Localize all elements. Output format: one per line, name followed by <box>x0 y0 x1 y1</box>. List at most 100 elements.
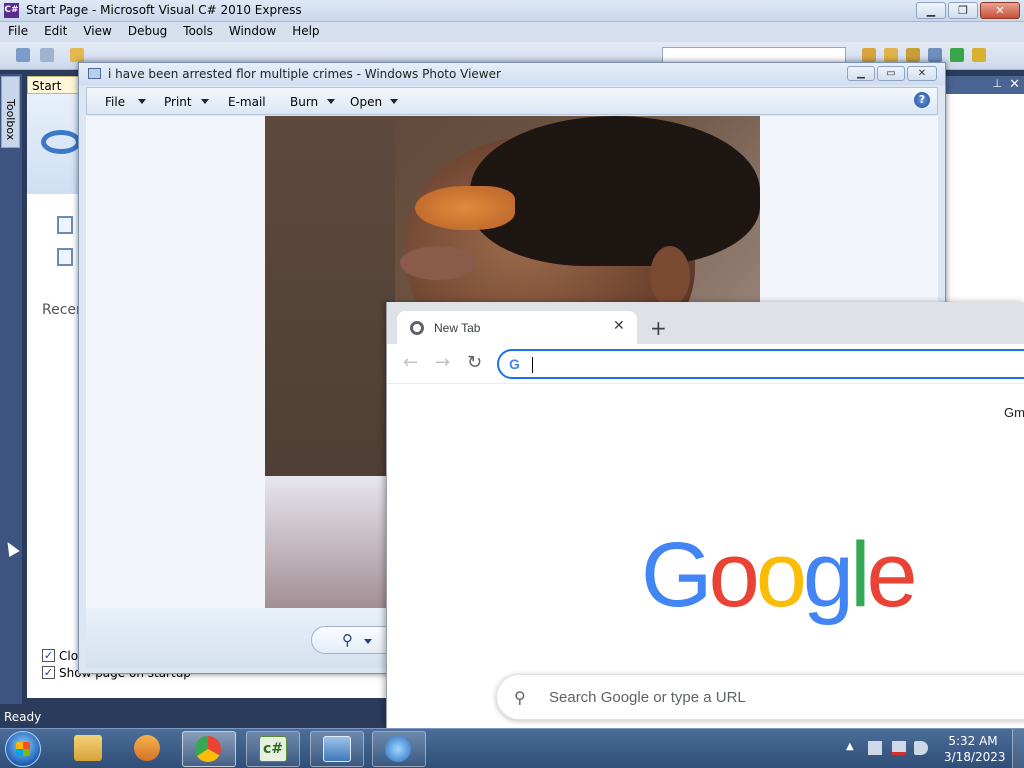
vs-window-controls: ▁ ❐ ✕ <box>916 2 1020 19</box>
folder-icon <box>74 735 102 761</box>
volume-icon[interactable] <box>914 741 928 755</box>
taskbar-photo-viewer[interactable] <box>310 731 364 767</box>
taskbar-visual-csharp[interactable]: c# <box>246 731 300 767</box>
panel-close-icon[interactable]: ✕ <box>1009 77 1020 92</box>
vs-menu-bar: File Edit View Debug Tools Window Help <box>0 22 1024 42</box>
gmail-link[interactable]: Gm <box>1004 405 1024 420</box>
toolbar-icon-a[interactable] <box>862 48 876 62</box>
vs-close-button[interactable]: ✕ <box>980 2 1020 19</box>
menu-file[interactable]: File <box>0 22 36 42</box>
photo-ear <box>650 246 690 306</box>
clock-time[interactable]: 5:32 AM <box>948 734 998 748</box>
google-logo: Google <box>641 524 918 626</box>
chevron-down-icon[interactable] <box>390 99 398 104</box>
toolbar-icon-c[interactable] <box>906 48 920 62</box>
photo-nose <box>415 186 515 230</box>
search-placeholder: Search Google or type a URL <box>549 689 746 706</box>
menu-debug[interactable]: Debug <box>120 22 175 42</box>
new-project-icon[interactable] <box>16 48 30 62</box>
photo-viewer-title: i have been arrested flor multiple crime… <box>108 67 501 81</box>
photo-viewer-icon <box>323 736 351 762</box>
google-search-box[interactable]: ⚲ Search Google or type a URL <box>496 674 1024 720</box>
forward-icon[interactable]: → <box>435 352 450 373</box>
menu-help[interactable]: Help <box>284 22 327 42</box>
visual-csharp-icon: c# <box>259 736 287 762</box>
pv-menu-file[interactable]: File <box>105 95 125 109</box>
search-icon: ⚲ <box>514 688 526 707</box>
pv-minimize-button[interactable]: ▁ <box>847 66 875 81</box>
start-debug-icon[interactable] <box>950 48 964 62</box>
back-icon[interactable]: ← <box>403 352 418 373</box>
photo-viewer-menu: File Print E-mail Burn Open <box>86 87 938 115</box>
vs-minimize-button[interactable]: ▁ <box>916 2 946 19</box>
panel-header: ⊥ ✕ <box>946 76 1024 94</box>
show-hidden-icons-icon[interactable]: ▲ <box>846 741 854 752</box>
menu-tools[interactable]: Tools <box>175 22 221 42</box>
toolbar-icon-b[interactable] <box>884 48 898 62</box>
taskbar-media-player[interactable] <box>122 731 176 767</box>
tab-close-icon[interactable]: ✕ <box>613 318 625 334</box>
pv-menu-burn[interactable]: Burn <box>290 95 318 109</box>
new-project-link-icon[interactable] <box>57 216 73 234</box>
show-on-startup-checkbox[interactable]: ✓ <box>42 666 55 679</box>
windows-logo-icon <box>16 742 30 756</box>
new-tab-button[interactable]: + <box>650 316 667 340</box>
chevron-down-icon[interactable] <box>138 99 146 104</box>
tab-title: New Tab <box>434 321 481 335</box>
add-item-icon[interactable] <box>40 48 54 62</box>
reload-icon[interactable]: ↻ <box>467 352 482 373</box>
status-text: Ready <box>4 710 42 724</box>
taskbar-windows-app[interactable] <box>372 731 426 767</box>
pv-menu-print[interactable]: Print <box>164 95 192 109</box>
help-icon[interactable]: ? <box>914 92 930 108</box>
menu-window[interactable]: Window <box>221 22 284 42</box>
open-file-icon[interactable] <box>70 48 84 62</box>
pv-menu-open[interactable]: Open <box>350 95 382 109</box>
pv-close-button[interactable]: ✕ <box>907 66 937 81</box>
vs-app-icon: C# <box>4 3 19 18</box>
windows-orb-icon <box>385 736 411 762</box>
toolbox-label: Toolbox <box>4 99 17 141</box>
chrome-icon <box>195 736 221 762</box>
taskbar-explorer[interactable] <box>62 731 116 767</box>
vs-restore-button[interactable]: ❐ <box>948 2 978 19</box>
toolbar-icon-e[interactable] <box>972 48 986 62</box>
menu-edit[interactable]: Edit <box>36 22 75 42</box>
vs-title-bar[interactable]: C# Start Page - Microsoft Visual C# 2010… <box>0 0 1024 22</box>
network-icon[interactable] <box>892 741 906 755</box>
address-bar[interactable]: G <box>497 349 1024 379</box>
photo-lips <box>400 246 475 280</box>
chevron-down-icon[interactable] <box>327 99 335 104</box>
show-desktop-button[interactable] <box>1012 729 1024 768</box>
media-player-icon <box>134 735 160 761</box>
chrome-tab-strip: New Tab ✕ + <box>387 302 1024 344</box>
taskbar: c# ▲ 5:32 AM 3/18/2023 <box>0 728 1024 768</box>
google-g-icon: G <box>509 356 520 372</box>
pv-maximize-button[interactable]: ▭ <box>877 66 905 81</box>
pv-menu-email[interactable]: E-mail <box>228 95 266 109</box>
tab-new-tab[interactable]: New Tab ✕ <box>397 311 637 344</box>
taskbar-chrome[interactable] <box>182 731 236 767</box>
toolbar-icon-d[interactable] <box>928 48 942 62</box>
start-button[interactable] <box>5 731 41 767</box>
zoom-icon: ⚲ <box>342 631 353 649</box>
chevron-down-icon <box>364 639 372 644</box>
close-after-load-checkbox[interactable]: ✓ <box>42 649 55 662</box>
toolbox-tab[interactable]: Toolbox <box>1 76 20 148</box>
clock-date[interactable]: 3/18/2023 <box>944 750 1006 764</box>
chevron-down-icon[interactable] <box>201 99 209 104</box>
open-project-link-icon[interactable] <box>57 248 73 266</box>
pin-icon[interactable]: ⊥ <box>992 77 1002 90</box>
photo-viewer-title-bar[interactable]: i have been arrested flor multiple crime… <box>79 63 945 85</box>
photo-viewer-window-controls: ▁ ▭ ✕ <box>847 66 937 81</box>
close-after-load-label: Clo <box>59 649 79 663</box>
text-cursor <box>532 357 533 373</box>
vs-window-title: Start Page - Microsoft Visual C# 2010 Ex… <box>26 3 302 17</box>
toolbox-strip: Toolbox <box>0 74 22 704</box>
chrome-window: New Tab ✕ + ← → ↻ G Gm Google ⚲ Search G… <box>386 302 1024 728</box>
action-center-icon[interactable] <box>868 741 882 755</box>
chrome-favicon-icon <box>410 321 424 335</box>
photo-viewer-app-icon <box>88 68 101 79</box>
menu-view[interactable]: View <box>75 22 119 42</box>
photo-shirt <box>265 476 395 608</box>
